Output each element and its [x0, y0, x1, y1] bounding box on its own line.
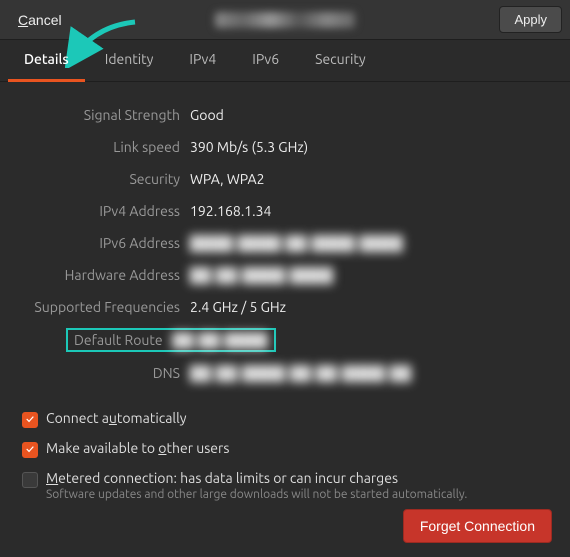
- label-link-speed: Link speed: [18, 139, 190, 155]
- value-security: WPA, WPA2: [190, 171, 265, 187]
- checkbox-available-others[interactable]: [22, 442, 38, 458]
- option-available-others[interactable]: Make available to other users: [22, 440, 548, 458]
- checkbox-connect-automatically[interactable]: [22, 412, 38, 428]
- label-signal-strength: Signal Strength: [18, 107, 190, 123]
- title-redacted: [215, 12, 355, 28]
- options-area: Connect automatically Make available to …: [0, 404, 570, 519]
- row-supported-frequencies: Supported Frequencies 2.4 GHz / 5 GHz: [18, 296, 552, 318]
- value-supported-frequencies: 2.4 GHz / 5 GHz: [190, 299, 286, 315]
- tab-ipv4[interactable]: IPv4: [171, 40, 234, 81]
- label-available-others: Make available to other users: [46, 440, 229, 456]
- row-signal-strength: Signal Strength Good: [18, 104, 552, 126]
- details-panel: Signal Strength Good Link speed 390 Mb/s…: [0, 82, 570, 404]
- tab-ipv6[interactable]: IPv6: [234, 40, 297, 81]
- checkbox-metered[interactable]: [22, 472, 38, 488]
- value-ipv4: 192.168.1.34: [190, 203, 271, 219]
- tab-identity[interactable]: Identity: [87, 40, 172, 81]
- row-default-route: Default Route ██ ██ ████: [18, 328, 552, 352]
- label-security: Security: [18, 171, 190, 187]
- tab-bar: Details Identity IPv4 IPv6 Security: [0, 40, 570, 82]
- dialog-footer: Forget Connection: [403, 509, 552, 543]
- label-hardware-address: Hardware Address: [18, 267, 190, 283]
- label-ipv4: IPv4 Address: [18, 203, 190, 219]
- option-connect-automatically[interactable]: Connect automatically: [22, 410, 548, 428]
- row-link-speed: Link speed 390 Mb/s (5.3 GHz): [18, 136, 552, 158]
- tab-details[interactable]: Details: [6, 40, 87, 81]
- label-ipv6: IPv6 Address: [18, 235, 190, 251]
- cancel-rest: ancel: [28, 12, 61, 28]
- value-ipv6: ████ ████ ██ ████ ████: [190, 235, 403, 251]
- option-metered[interactable]: Metered connection: has data limits or c…: [22, 470, 548, 501]
- value-hardware-address: ██ ██ ████ ████: [190, 267, 334, 283]
- label-metered-sub: Software updates and other large downloa…: [46, 488, 467, 501]
- row-ipv4: IPv4 Address 192.168.1.34: [18, 200, 552, 222]
- value-dns: ██ ██ ████ ██ ██ ████ ██: [190, 365, 412, 381]
- row-security: Security WPA, WPA2: [18, 168, 552, 190]
- tab-security[interactable]: Security: [297, 40, 384, 81]
- label-connect-automatically: Connect automatically: [46, 410, 186, 426]
- label-supported-frequencies: Supported Frequencies: [18, 299, 190, 315]
- dialog-title: [0, 11, 570, 28]
- row-dns: DNS ██ ██ ████ ██ ██ ████ ██: [18, 362, 552, 384]
- cancel-button[interactable]: Cancel: [8, 7, 72, 33]
- default-route-highlight: Default Route ██ ██ ████: [66, 328, 276, 352]
- value-default-route: ██ ██ ████: [173, 332, 269, 348]
- cancel-mnemonic: C: [18, 12, 28, 28]
- value-link-speed: 390 Mb/s (5.3 GHz): [190, 139, 308, 155]
- row-ipv6: IPv6 Address ████ ████ ██ ████ ████: [18, 232, 552, 254]
- label-default-route: Default Route: [74, 332, 173, 348]
- label-dns: DNS: [18, 365, 190, 381]
- label-metered: Metered connection: has data limits or c…: [46, 470, 467, 486]
- dialog-header: Cancel Apply: [0, 0, 570, 40]
- forget-connection-button[interactable]: Forget Connection: [403, 509, 552, 543]
- row-hardware-address: Hardware Address ██ ██ ████ ████: [18, 264, 552, 286]
- value-signal-strength: Good: [190, 107, 224, 123]
- apply-button[interactable]: Apply: [499, 6, 562, 33]
